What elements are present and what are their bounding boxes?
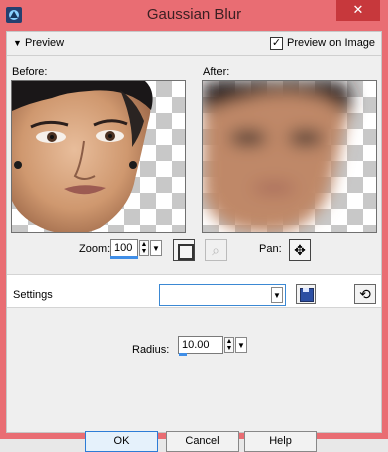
title-bar[interactable]: Gaussian Blur ✕	[0, 0, 388, 31]
after-preview[interactable]	[202, 80, 377, 233]
dialog-content: ▼ Preview ✓ Preview on Image Before: Aft…	[6, 31, 382, 452]
window-title: Gaussian Blur	[146, 6, 242, 23]
help-button[interactable]: Help	[244, 431, 317, 452]
zoom-magnifier-button[interactable]: ⌕	[205, 239, 227, 261]
settings-combobox[interactable]: ▼	[159, 284, 286, 306]
zoom-dropdown-arrow-icon[interactable]: ▼	[150, 240, 162, 256]
before-label: Before:	[12, 66, 48, 78]
preview-on-image-checkbox[interactable]: ✓	[270, 37, 283, 50]
pan-move-button[interactable]: ✥	[289, 239, 311, 261]
zoom-value-input[interactable]: 100	[110, 239, 138, 257]
radius-label: Radius:	[132, 344, 170, 356]
radius-value-input[interactable]: 10.00	[178, 336, 223, 354]
reset-settings-button[interactable]: ⟲	[354, 284, 376, 304]
settings-row: Settings ▼ ⟲	[7, 274, 381, 308]
ok-button[interactable]: OK	[85, 431, 158, 452]
settings-dropdown-arrow-icon[interactable]: ▼	[271, 287, 283, 303]
gaussian-blur-dialog: Gaussian Blur ✕ ▼ Preview ✓ Preview on I…	[0, 0, 388, 452]
before-portrait-image	[12, 81, 153, 232]
cancel-button[interactable]: Cancel	[166, 431, 239, 452]
zoom-spinner[interactable]: ▲ ▼	[139, 240, 149, 256]
pan-label: Pan:	[259, 243, 282, 255]
radius-spinner[interactable]: ▲ ▼	[224, 337, 234, 353]
close-button[interactable]: ✕	[336, 0, 380, 21]
save-settings-button[interactable]	[296, 284, 316, 304]
zoom-slider-fill[interactable]	[110, 256, 138, 259]
preview-on-image-label[interactable]: Preview on Image	[287, 37, 375, 49]
radius-slider-fill[interactable]	[179, 353, 187, 356]
radius-dropdown-arrow-icon[interactable]: ▼	[235, 337, 247, 353]
preview-section-label[interactable]: Preview	[25, 37, 64, 49]
preview-header: ▼ Preview ✓ Preview on Image	[7, 32, 381, 56]
settings-label: Settings	[13, 289, 53, 301]
after-label: After:	[203, 66, 230, 78]
zoom-label: Zoom:	[79, 243, 111, 255]
collapse-caret-icon[interactable]: ▼	[13, 38, 23, 48]
before-preview[interactable]	[11, 80, 186, 233]
after-blurred-image	[203, 81, 352, 232]
zoom-to-fit-button[interactable]	[173, 239, 195, 261]
